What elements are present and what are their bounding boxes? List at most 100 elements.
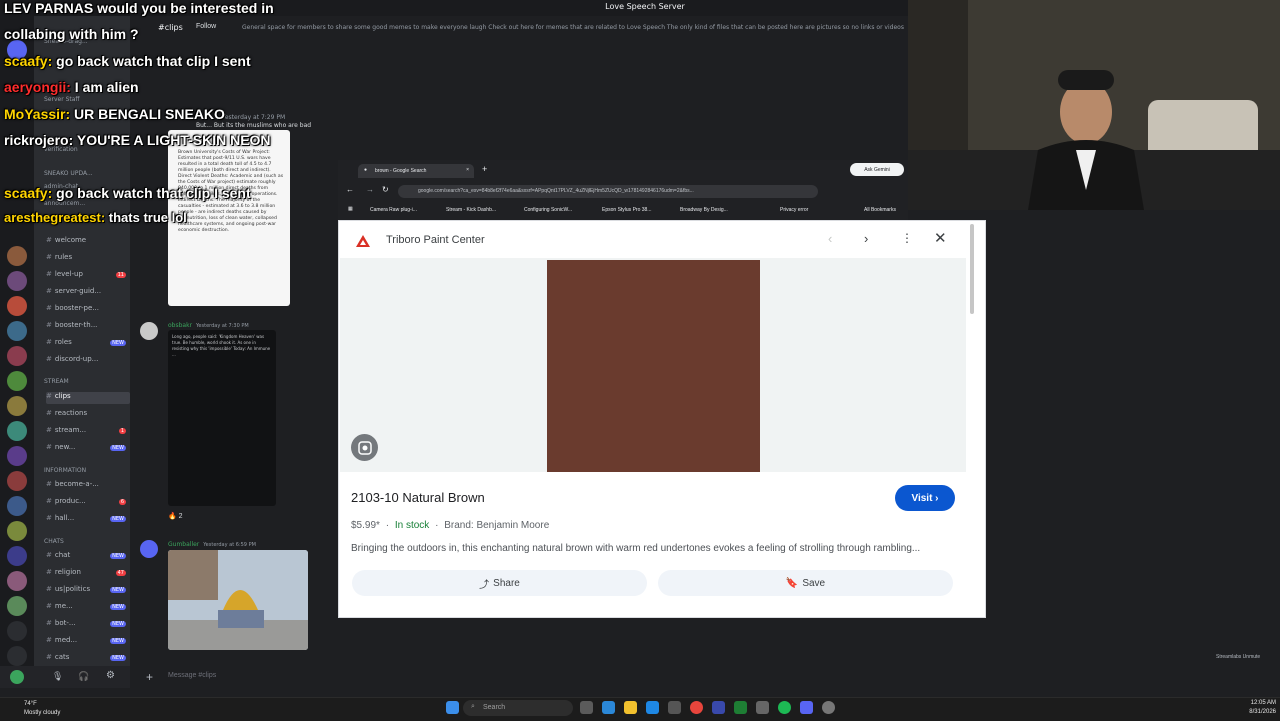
spotify-icon[interactable] bbox=[778, 701, 791, 714]
server-icon[interactable] bbox=[7, 246, 27, 266]
channel-welcome[interactable]: # welcome bbox=[46, 236, 130, 248]
sidebar-misc[interactable]: SNEAKO UPDA... bbox=[44, 170, 93, 177]
channel-chat[interactable]: # chat NEW bbox=[46, 551, 130, 563]
server-icon[interactable] bbox=[7, 396, 27, 416]
bookmark-item[interactable]: Configuring SonicW... bbox=[524, 207, 572, 213]
taskbar-search[interactable]: ⌕ Search bbox=[463, 700, 573, 716]
channel-become-a[interactable]: # become-a-... bbox=[46, 480, 130, 492]
channel-level-up[interactable]: # level-up 11 bbox=[46, 270, 130, 282]
weather-widget[interactable]: 74°F Mostly cloudy bbox=[24, 700, 60, 718]
color-swatch-image[interactable] bbox=[547, 260, 760, 472]
bookmark-item[interactable]: Broadway By Desig... bbox=[680, 207, 728, 213]
server-icon[interactable] bbox=[7, 571, 27, 591]
more-options-icon[interactable]: ⋮ bbox=[901, 231, 913, 245]
chrome-icon[interactable] bbox=[690, 701, 703, 714]
channel-rules[interactable]: # rules bbox=[46, 253, 130, 265]
channel-stream[interactable]: # stream... 1 bbox=[46, 426, 130, 438]
server-icon[interactable] bbox=[7, 471, 27, 491]
server-icon[interactable] bbox=[7, 371, 27, 391]
scrollbar[interactable] bbox=[970, 224, 974, 314]
channel-products[interactable]: # produc... 6 bbox=[46, 497, 130, 509]
channel-religion[interactable]: # religion 47 bbox=[46, 568, 130, 580]
new-tab-icon[interactable]: + bbox=[482, 164, 487, 174]
apps-grid-icon[interactable]: ▦ bbox=[348, 206, 353, 212]
xbox-icon[interactable] bbox=[734, 701, 747, 714]
task-view-icon[interactable] bbox=[580, 701, 593, 714]
server-icon[interactable] bbox=[7, 521, 27, 541]
message-input[interactable]: Message #clips bbox=[168, 672, 216, 679]
server-icon[interactable] bbox=[7, 421, 27, 441]
bookmark-item[interactable]: Camera Raw plug-i... bbox=[370, 207, 417, 213]
channel-roles[interactable]: # roles NEW bbox=[46, 338, 130, 350]
reload-icon[interactable]: ↻ bbox=[382, 185, 389, 194]
app-icon[interactable] bbox=[756, 701, 769, 714]
user-panel[interactable]: 🎙 🎧 ⚙ bbox=[0, 666, 130, 688]
channel-memes[interactable]: # me... NEW bbox=[46, 602, 130, 614]
app-icon[interactable] bbox=[668, 701, 681, 714]
site-name[interactable]: Triboro Paint Center bbox=[386, 234, 485, 246]
server-icon[interactable] bbox=[7, 596, 27, 616]
edge-icon[interactable] bbox=[646, 701, 659, 714]
channel-media[interactable]: # med... NEW bbox=[46, 636, 130, 648]
message-screenshot-attachment[interactable]: Long ago, people said: 'Kingdom Heaven' … bbox=[168, 330, 276, 506]
channel-cats[interactable]: # cats NEW bbox=[46, 653, 130, 665]
address-bar[interactable]: google.com/search?ca_esv=84b8ef2f74e6aa&… bbox=[398, 185, 818, 198]
sidebar-misc[interactable]: announcem... bbox=[44, 200, 85, 207]
share-button[interactable]: ⤴ Share bbox=[352, 570, 647, 596]
visit-button[interactable]: Visit › bbox=[895, 485, 955, 511]
avatar[interactable] bbox=[140, 540, 158, 558]
server-icon[interactable] bbox=[7, 296, 27, 316]
gear-icon[interactable]: ⚙ bbox=[106, 670, 115, 681]
channel-reactions[interactable]: # reactions bbox=[46, 409, 130, 421]
forward-icon[interactable]: → bbox=[366, 185, 374, 194]
close-tab-icon[interactable]: × bbox=[466, 167, 469, 173]
product-title[interactable]: 2103-10 Natural Brown bbox=[351, 490, 485, 505]
explore-icon[interactable] bbox=[7, 646, 27, 666]
server-icon[interactable] bbox=[7, 446, 27, 466]
reaction-fire[interactable]: 🔥 2 bbox=[168, 512, 183, 520]
add-server-icon[interactable] bbox=[7, 621, 27, 641]
image-attachment[interactable] bbox=[168, 550, 308, 650]
copilot-icon[interactable] bbox=[602, 701, 615, 714]
category-stream[interactable]: STREAM bbox=[44, 378, 69, 385]
mic-icon[interactable]: 🎙 bbox=[52, 671, 63, 682]
back-icon[interactable]: ← bbox=[346, 185, 354, 194]
bookmark-item[interactable]: Privacy error bbox=[780, 207, 808, 213]
headphones-icon[interactable]: 🎧 bbox=[78, 671, 89, 682]
server-icon[interactable] bbox=[7, 546, 27, 566]
avatar[interactable] bbox=[140, 322, 158, 340]
app-icon[interactable] bbox=[712, 701, 725, 714]
channel-clips[interactable]: # clips bbox=[46, 392, 130, 404]
server-icon[interactable] bbox=[7, 271, 27, 291]
channel-booster-perks[interactable]: # booster-pe... bbox=[46, 304, 130, 316]
category-information[interactable]: INFORMATION bbox=[44, 467, 86, 474]
save-button[interactable]: 🔖 Save bbox=[658, 570, 953, 596]
google-lens-button[interactable] bbox=[351, 434, 378, 461]
channel-new[interactable]: # new... NEW bbox=[46, 443, 130, 455]
chevron-right-icon[interactable]: › bbox=[864, 231, 868, 246]
plus-icon[interactable]: + bbox=[146, 670, 153, 684]
server-icon[interactable] bbox=[7, 496, 27, 516]
channel-booster-thanks[interactable]: # booster-th... bbox=[46, 321, 130, 333]
close-icon[interactable]: ✕ bbox=[934, 229, 947, 247]
channel-us-politics[interactable]: # us|politics NEW bbox=[46, 585, 130, 597]
message-composer[interactable] bbox=[140, 666, 908, 688]
channel-hall[interactable]: # hall... NEW bbox=[46, 514, 130, 526]
message-author[interactable]: Gumballer bbox=[168, 541, 199, 548]
start-icon[interactable] bbox=[446, 701, 459, 714]
server-icon[interactable] bbox=[7, 321, 27, 341]
follow-button[interactable]: Follow bbox=[196, 23, 216, 30]
file-explorer-icon[interactable] bbox=[624, 701, 637, 714]
channel-discord-updates[interactable]: # discord-up... bbox=[46, 355, 130, 367]
discord-icon[interactable] bbox=[800, 701, 813, 714]
all-bookmarks[interactable]: All Bookmarks bbox=[864, 207, 896, 213]
ask-gemini-button[interactable]: Ask Gemini bbox=[850, 163, 904, 176]
obs-icon[interactable] bbox=[822, 701, 835, 714]
bookmark-item[interactable]: Epson Stylus Pro 38... bbox=[602, 207, 651, 213]
server-icon[interactable] bbox=[7, 346, 27, 366]
user-avatar[interactable] bbox=[10, 670, 24, 684]
category-chats[interactable]: CHATS bbox=[44, 538, 64, 545]
category-server-staff[interactable]: Server Staff bbox=[44, 96, 80, 103]
chevron-left-icon[interactable]: ‹ bbox=[828, 231, 832, 246]
bookmark-item[interactable]: Stream - Kick Dashb... bbox=[446, 207, 496, 213]
